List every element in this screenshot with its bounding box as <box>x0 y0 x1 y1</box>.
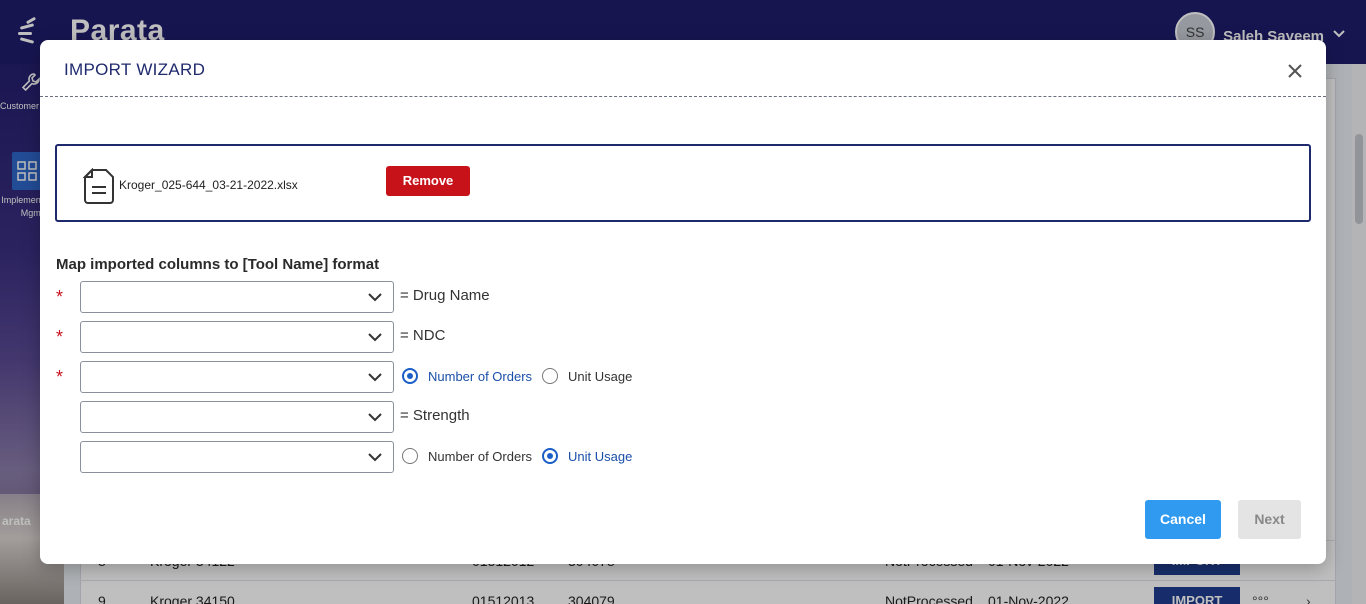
mapping-title: Map imported columns to [Tool Name] form… <box>56 256 380 273</box>
radio-unit-usage[interactable] <box>542 368 559 384</box>
mapping-row-usage-1: * Number of Orders Unit Usage <box>56 361 756 393</box>
field-label: = NDC <box>400 327 446 344</box>
column-select-usage-2[interactable] <box>80 441 394 473</box>
column-select-strength[interactable] <box>80 401 394 433</box>
chevron-down-icon <box>368 373 382 382</box>
mapping-row-ndc: * = NDC <box>56 321 756 353</box>
mapping-row-drug-name: * = Drug Name <box>56 281 756 313</box>
required-mark: * <box>56 367 64 387</box>
import-wizard-dialog: IMPORT WIZARD Kroger_025-644_03-21-2022.… <box>40 40 1326 564</box>
radio-unit-usage[interactable] <box>542 448 559 464</box>
file-icon <box>83 168 114 204</box>
required-mark: * <box>56 327 64 347</box>
column-select-usage-1[interactable] <box>80 361 394 393</box>
required-mark: * <box>56 287 64 307</box>
field-label: = Strength <box>400 407 470 424</box>
chevron-down-icon <box>368 453 382 462</box>
remove-button[interactable]: Remove <box>386 166 470 196</box>
chevron-down-icon <box>368 293 382 302</box>
usage-radio-group: Number of Orders Unit Usage <box>402 448 642 464</box>
mapping-row-usage-2: Number of Orders Unit Usage <box>56 441 756 473</box>
radio-number-of-orders[interactable] <box>402 368 418 384</box>
radio-label[interactable]: Unit Usage <box>568 369 632 384</box>
dialog-title: IMPORT WIZARD <box>64 60 206 79</box>
close-icon[interactable] <box>1286 62 1304 80</box>
radio-label[interactable]: Number of Orders <box>428 369 532 384</box>
column-select-ndc[interactable] <box>80 321 394 353</box>
radio-number-of-orders[interactable] <box>402 448 418 464</box>
radio-label[interactable]: Number of Orders <box>428 449 532 464</box>
cancel-button[interactable]: Cancel <box>1145 500 1221 539</box>
file-name: Kroger_025-644_03-21-2022.xlsx <box>119 178 298 192</box>
column-select-drug-name[interactable] <box>80 281 394 313</box>
uploaded-file-box: Kroger_025-644_03-21-2022.xlsx Remove <box>55 144 1311 222</box>
chevron-down-icon <box>368 333 382 342</box>
field-label: = Drug Name <box>400 287 490 304</box>
next-button[interactable]: Next <box>1238 500 1301 539</box>
dialog-header: IMPORT WIZARD <box>40 40 1326 97</box>
radio-label[interactable]: Unit Usage <box>568 449 632 464</box>
usage-radio-group: Number of Orders Unit Usage <box>402 368 642 384</box>
chevron-down-icon <box>368 413 382 422</box>
mapping-row-strength: = Strength <box>56 401 756 433</box>
